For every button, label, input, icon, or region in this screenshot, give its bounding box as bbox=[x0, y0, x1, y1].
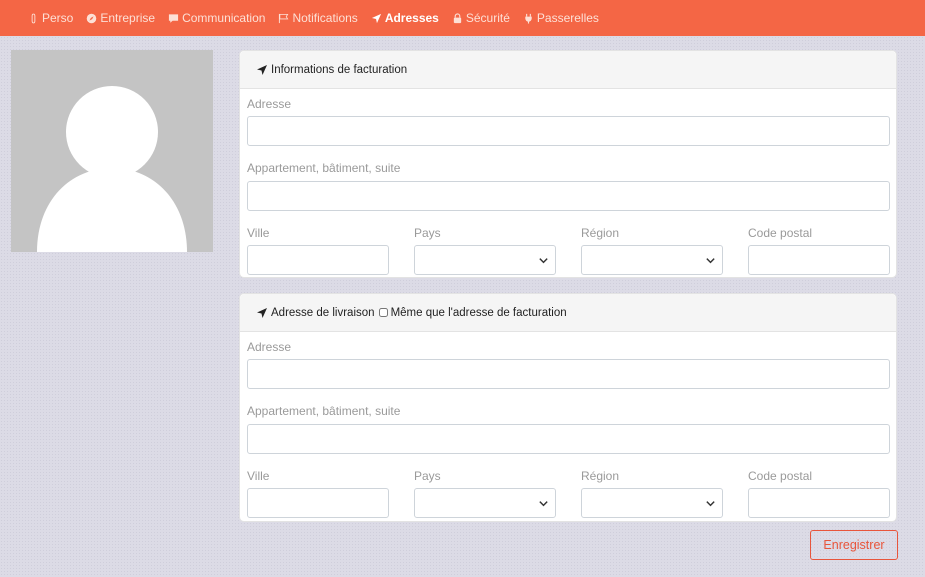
billing-postal-input[interactable] bbox=[748, 245, 890, 275]
save-button[interactable]: Enregistrer bbox=[810, 530, 898, 560]
user-silhouette-icon bbox=[37, 86, 187, 252]
billing-card: Informations de facturation Adresse Appa… bbox=[239, 50, 897, 278]
address-label: Adresse bbox=[247, 340, 292, 354]
lock-icon bbox=[452, 12, 463, 24]
top-navigation: Perso Entreprise Communication Notificat… bbox=[0, 0, 925, 36]
shipping-address-input[interactable] bbox=[247, 359, 890, 389]
nav-item-perso[interactable]: Perso bbox=[28, 11, 73, 25]
shipping-address2-input[interactable] bbox=[247, 424, 890, 454]
billing-country-select[interactable] bbox=[414, 245, 556, 275]
compass-icon bbox=[86, 13, 97, 24]
nav-item-securite[interactable]: Sécurité bbox=[452, 11, 510, 25]
postal-label: Code postal bbox=[748, 469, 813, 483]
nav-item-label: Adresses bbox=[384, 11, 439, 25]
nav-item-label: Entreprise bbox=[100, 11, 156, 25]
shipping-postal-input[interactable] bbox=[748, 488, 890, 518]
nav-item-adresses[interactable]: Adresses bbox=[371, 11, 439, 25]
location-arrow-icon bbox=[371, 13, 382, 24]
country-label: Pays bbox=[414, 226, 441, 240]
chevron-down-icon bbox=[539, 258, 548, 264]
nav-item-communication[interactable]: Communication bbox=[168, 11, 265, 25]
avatar[interactable] bbox=[11, 50, 213, 252]
address2-label: Appartement, bâtiment, suite bbox=[247, 161, 401, 175]
flag-icon bbox=[278, 13, 289, 24]
shipping-city-input[interactable] bbox=[247, 488, 389, 518]
address-label: Adresse bbox=[247, 97, 292, 111]
location-arrow-icon bbox=[256, 64, 268, 76]
shipping-country-select[interactable] bbox=[414, 488, 556, 518]
nav-item-label: Sécurité bbox=[465, 11, 510, 25]
shipping-title: Adresse de livraison bbox=[271, 306, 375, 319]
shipping-region-select[interactable] bbox=[581, 488, 723, 518]
city-label: Ville bbox=[247, 226, 270, 240]
city-label: Ville bbox=[247, 469, 270, 483]
nav-item-label: Passerelles bbox=[536, 11, 599, 25]
same-as-billing-checkbox[interactable] bbox=[378, 308, 388, 317]
billing-address2-input[interactable] bbox=[247, 181, 890, 211]
billing-card-header: Informations de facturation bbox=[240, 51, 896, 89]
nav-item-passerelles[interactable]: Passerelles bbox=[523, 11, 599, 25]
billing-city-input[interactable] bbox=[247, 245, 389, 275]
nav-item-entreprise[interactable]: Entreprise bbox=[86, 11, 155, 25]
same-as-billing-label: Même que l'adresse de facturation bbox=[390, 306, 567, 319]
shipping-card-header: Adresse de livraison Même que l'adresse … bbox=[240, 294, 896, 332]
billing-address-input[interactable] bbox=[247, 116, 890, 146]
billing-region-select[interactable] bbox=[581, 245, 723, 275]
nav-item-label: Communication bbox=[182, 11, 266, 25]
chevron-down-icon bbox=[539, 501, 548, 507]
nav-item-label: Perso bbox=[42, 11, 74, 25]
shipping-card: Adresse de livraison Même que l'adresse … bbox=[239, 293, 897, 522]
country-label: Pays bbox=[414, 469, 441, 483]
plug-icon bbox=[523, 13, 534, 24]
user-icon bbox=[28, 13, 39, 24]
nav-item-label: Notifications bbox=[292, 11, 358, 25]
chevron-down-icon bbox=[706, 501, 715, 507]
address2-label: Appartement, bâtiment, suite bbox=[247, 404, 401, 418]
postal-label: Code postal bbox=[748, 226, 813, 240]
billing-title: Informations de facturation bbox=[271, 63, 408, 76]
comment-icon bbox=[168, 13, 179, 24]
region-label: Région bbox=[581, 469, 620, 483]
location-arrow-icon bbox=[256, 307, 268, 319]
nav-item-notifications[interactable]: Notifications bbox=[278, 11, 358, 25]
chevron-down-icon bbox=[706, 258, 715, 264]
region-label: Région bbox=[581, 226, 620, 240]
